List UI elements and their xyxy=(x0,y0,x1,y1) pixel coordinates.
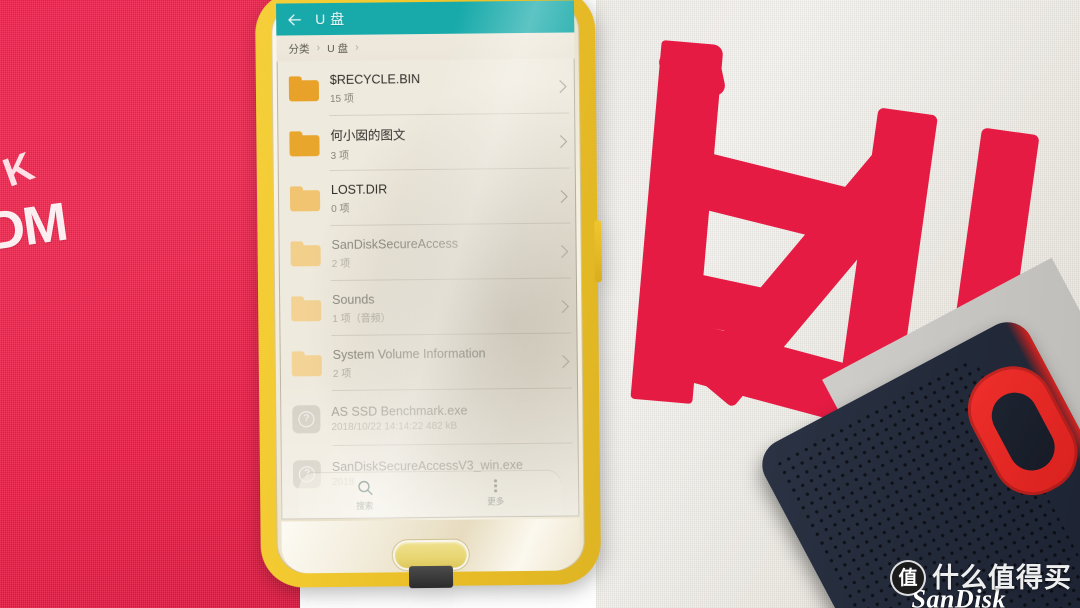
phone-screen[interactable]: U 盘 分类 › U 盘 › $RECYCLE.BIN 15 项 何小囡的图文 … xyxy=(276,0,580,520)
chevron-right-icon xyxy=(562,354,570,368)
file-sub: 15 项 xyxy=(329,93,354,105)
volume-button[interactable] xyxy=(594,220,602,283)
page-title: U 盘 xyxy=(315,10,345,28)
smzdm-watermark: 值 什么值得买 xyxy=(892,562,1072,594)
file-sub: 2018/10/22 14:14:22 482 kB xyxy=(331,420,458,433)
file-name: Sounds xyxy=(332,292,375,307)
toolbar-more-label: 更多 xyxy=(487,496,505,507)
chevron-right-icon: › xyxy=(355,41,359,54)
list-item[interactable]: LOST.DIR 0 项 xyxy=(278,168,577,226)
file-name: 何小囡的图文 xyxy=(330,128,406,144)
file-name: LOST.DIR xyxy=(330,181,388,197)
list-item[interactable]: ? AS SSD Benchmark.exe 2018/10/22 14:14:… xyxy=(280,388,579,446)
more-dots-icon xyxy=(494,479,497,493)
phone-body: U 盘 分类 › U 盘 › $RECYCLE.BIN 15 项 何小囡的图文 … xyxy=(271,0,585,574)
folder-icon xyxy=(291,296,322,322)
chevron-right-icon xyxy=(561,244,569,258)
bottom-toolbar: 搜索 更多 xyxy=(298,470,562,518)
toolbar-search-label: 搜索 xyxy=(356,500,374,511)
file-list: $RECYCLE.BIN 15 项 何小囡的图文 3 项 LOST.DIR 0 … xyxy=(277,58,580,501)
toolbar-more-button[interactable]: 更多 xyxy=(430,471,561,516)
folder-icon xyxy=(288,76,320,102)
list-item[interactable]: System Volume Information 2 项 xyxy=(280,333,579,391)
toolbar-search-button[interactable]: 搜索 xyxy=(299,472,430,517)
file-sub: 0 项 xyxy=(331,203,350,215)
list-item[interactable]: SanDiskSecureAccess 2 项 xyxy=(278,223,577,281)
file-name: AS SSD Benchmark.exe xyxy=(331,403,468,419)
chevron-right-icon xyxy=(560,189,568,203)
search-icon xyxy=(357,480,373,495)
breadcrumb-item-1[interactable]: U 盘 xyxy=(327,40,348,55)
smartphone: U 盘 分类 › U 盘 › $RECYCLE.BIN 15 项 何小囡的图文 … xyxy=(254,0,602,589)
file-name: System Volume Information xyxy=(332,345,486,362)
list-item[interactable]: Sounds 1 项（音频） xyxy=(279,278,578,336)
chevron-right-icon: › xyxy=(316,42,321,55)
file-sub: 2 项 xyxy=(331,258,351,270)
smzdm-watermark-text: 什么值得买 xyxy=(932,562,1072,594)
breadcrumb: 分类 › U 盘 › xyxy=(276,32,575,62)
file-sub: 2 项 xyxy=(332,368,352,380)
fabric-print-fragment-2: K xyxy=(0,144,40,196)
breadcrumb-item-0[interactable]: 分类 xyxy=(288,41,309,56)
folder-icon xyxy=(291,351,322,377)
folder-icon xyxy=(289,131,320,157)
photo-scene: K DM SanDisk U 盘 分类 › U 盘 › $RECYCLE.BIN… xyxy=(0,0,1080,608)
folder-icon xyxy=(289,186,321,212)
app-header: U 盘 xyxy=(276,0,575,36)
back-arrow-icon[interactable] xyxy=(286,11,303,28)
usb-cable-connector xyxy=(408,565,454,589)
list-item[interactable]: $RECYCLE.BIN 15 项 xyxy=(277,58,576,116)
chevron-right-icon xyxy=(559,134,568,148)
unknown-file-icon: ? xyxy=(292,404,321,433)
file-sub: 1 项（音频） xyxy=(332,312,391,325)
chevron-right-icon xyxy=(561,299,570,313)
smzdm-logo-icon: 值 xyxy=(892,562,924,594)
folder-icon xyxy=(290,241,321,267)
file-name: SanDiskSecureAccess xyxy=(331,236,459,252)
list-item[interactable]: 何小囡的图文 3 项 xyxy=(277,113,576,171)
home-button[interactable] xyxy=(394,541,467,569)
file-name: $RECYCLE.BIN xyxy=(329,71,421,87)
chevron-right-icon xyxy=(559,79,567,93)
file-sub: 3 项 xyxy=(330,150,350,163)
fabric-print-fragment: DM xyxy=(0,191,70,263)
